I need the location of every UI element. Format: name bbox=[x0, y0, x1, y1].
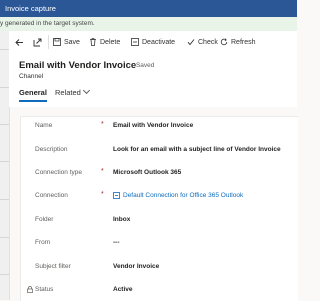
tab-related-label: Related bbox=[55, 88, 81, 97]
delete-label: Delete bbox=[100, 38, 121, 46]
tab-related[interactable]: Related bbox=[55, 86, 90, 97]
field-label: From bbox=[35, 239, 51, 246]
field-label: Connection type bbox=[35, 169, 82, 176]
notification-bar: y generated in the target system. bbox=[0, 17, 297, 32]
connection-link-text[interactable]: Default Connection for Office 365 Outloo… bbox=[123, 192, 243, 199]
field-label: Description bbox=[35, 146, 68, 153]
check-label: Check bbox=[198, 38, 218, 46]
required-indicator: * bbox=[101, 168, 104, 175]
deactivate-label: Deactivate bbox=[142, 38, 176, 46]
back-button[interactable] bbox=[15, 31, 24, 53]
field-folder: Folder Inbox bbox=[21, 216, 298, 228]
status-value: Active bbox=[113, 286, 133, 293]
app-header: Invoice capture bbox=[0, 0, 297, 17]
name-input[interactable]: Email with Vendor Invoice bbox=[113, 122, 193, 129]
refresh-button[interactable]: Refresh bbox=[220, 31, 256, 53]
tab-general[interactable]: General bbox=[19, 88, 47, 102]
field-label: Folder bbox=[35, 216, 54, 223]
refresh-icon bbox=[220, 38, 228, 46]
save-icon bbox=[53, 38, 61, 46]
delete-button[interactable]: Delete bbox=[89, 31, 120, 53]
check-icon bbox=[187, 39, 195, 46]
lock-icon bbox=[27, 286, 33, 293]
field-label: Status bbox=[35, 286, 54, 293]
field-subject-filter: Subject filter Vendor Invoice bbox=[21, 263, 298, 275]
required-indicator: * bbox=[101, 191, 104, 198]
field-label: Subject filter bbox=[35, 263, 71, 270]
folder-input[interactable]: Inbox bbox=[113, 216, 130, 223]
field-label: Name bbox=[35, 122, 53, 129]
open-in-new-icon bbox=[33, 38, 42, 46]
from-input[interactable]: --- bbox=[113, 239, 120, 246]
connection-lookup[interactable]: Default Connection for Office 365 Outloo… bbox=[113, 192, 243, 199]
field-connection-type: Connection type * Microsoft Outlook 365 bbox=[21, 168, 298, 181]
refresh-label: Refresh bbox=[231, 38, 256, 46]
field-description: Description Look for an email with a sub… bbox=[21, 146, 298, 158]
check-button[interactable]: Check bbox=[187, 31, 218, 53]
connection-type-select[interactable]: Microsoft Outlook 365 bbox=[113, 169, 181, 176]
app-title: Invoice capture bbox=[5, 4, 56, 13]
save-button[interactable]: Save bbox=[53, 31, 80, 53]
description-input[interactable]: Look for an email with a subject line of… bbox=[113, 146, 281, 153]
delete-icon bbox=[90, 38, 96, 46]
save-label: Save bbox=[64, 38, 80, 46]
open-new-window-button[interactable] bbox=[33, 31, 42, 53]
notification-text: y generated in the target system. bbox=[0, 20, 95, 27]
required-indicator: * bbox=[101, 121, 104, 128]
field-name: Name * Email with Vendor Invoice bbox=[21, 121, 298, 134]
deactivate-icon bbox=[131, 38, 139, 46]
subject-filter-input[interactable]: Vendor Invoice bbox=[113, 263, 159, 270]
field-from: From --- bbox=[21, 239, 298, 251]
record-title: Email with Vendor Invoice bbox=[19, 60, 137, 71]
general-form: Name * Email with Vendor Invoice Descrip… bbox=[20, 116, 298, 301]
field-connection: Connection * Default Connection for Offi… bbox=[21, 191, 298, 204]
command-bar: Save Delete Deactivate Check Refresh bbox=[9, 31, 297, 54]
saved-status: - Saved bbox=[132, 62, 155, 69]
entity-name: Channel bbox=[19, 73, 44, 80]
link-icon bbox=[113, 192, 120, 199]
chevron-down-icon bbox=[82, 86, 90, 95]
record-header: Email with Vendor Invoice - Saved Channe… bbox=[9, 53, 297, 107]
field-label: Connection bbox=[35, 192, 68, 199]
back-arrow-icon bbox=[15, 38, 23, 46]
deactivate-button[interactable]: Deactivate bbox=[131, 31, 175, 53]
field-status: Status Active bbox=[21, 286, 298, 298]
